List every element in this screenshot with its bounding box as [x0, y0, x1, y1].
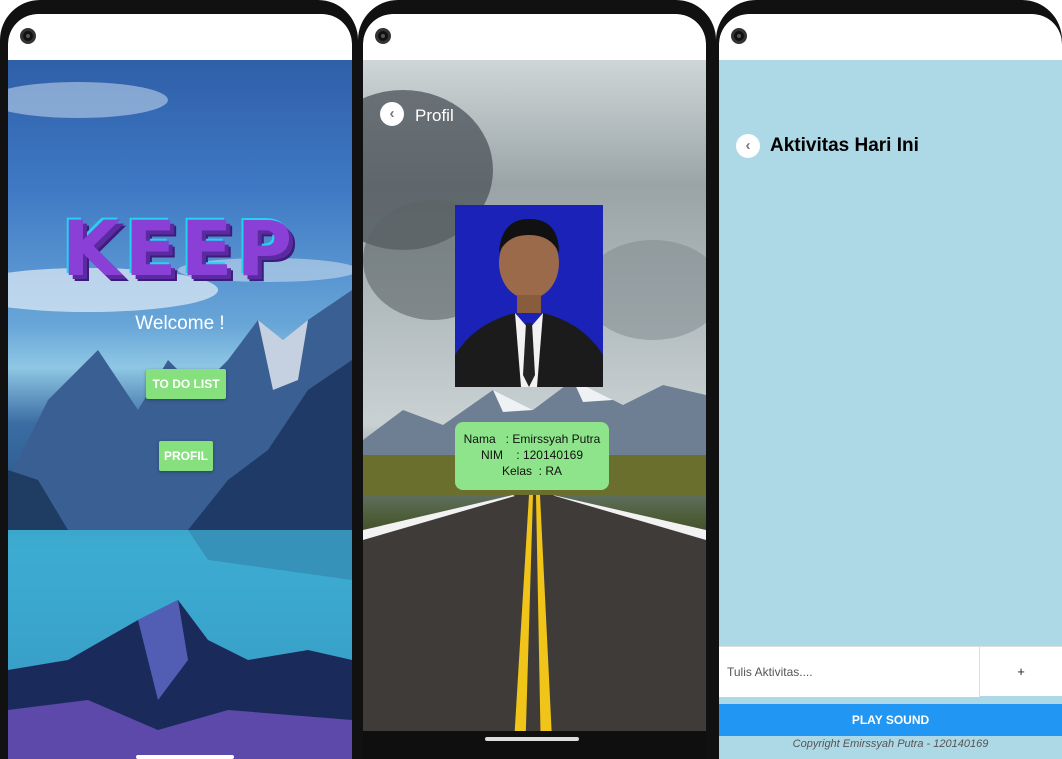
copyright-text: Copyright Emirssyah Putra - 120140169 — [792, 738, 989, 750]
mountain-illustration — [8, 82, 352, 759]
road-background: ‹ Profil Nama : Emirssyah Putra NIM : 12… — [363, 60, 706, 759]
back-button[interactable]: ‹ — [736, 134, 760, 158]
profile-photo-image — [455, 205, 603, 387]
camera-icon — [375, 28, 391, 44]
activities-screen: ‹ Aktivitas Hari Ini + PLAY SOUND Copyri… — [719, 14, 1062, 759]
profile-info-card: Nama : Emirssyah Putra NIM : 120140169 K… — [455, 422, 609, 490]
keep-logo: KEEP — [61, 204, 297, 293]
chevron-left-icon: ‹ — [745, 137, 751, 154]
camera-icon — [20, 28, 36, 44]
kelas-text: Kelas : RA — [501, 464, 563, 478]
todo-list-button[interactable]: TO DO LIST — [146, 369, 226, 399]
road-illustration — [363, 90, 706, 759]
add-button[interactable]: + — [979, 647, 1062, 697]
add-activity-row: + — [719, 646, 1062, 697]
activity-input[interactable] — [719, 647, 979, 697]
navigation-bar — [363, 731, 706, 759]
home-indicator[interactable] — [136, 755, 234, 759]
profile-photo — [455, 205, 603, 387]
status-bar — [719, 14, 1062, 66]
phone-profile: ‹ Profil Nama : Emirssyah Putra NIM : 12… — [358, 0, 716, 759]
home-indicator[interactable] — [485, 737, 579, 741]
home-screen: KEEP Welcome ! TO DO LIST PROFIL — [8, 14, 352, 759]
chevron-left-icon: ‹ — [389, 105, 395, 122]
camera-icon — [731, 28, 747, 44]
profil-button[interactable]: PROFIL — [159, 441, 213, 471]
activity-list-area: ‹ Aktivitas Hari Ini + PLAY SOUND Copyri… — [719, 60, 1062, 759]
back-button[interactable]: ‹ — [380, 102, 404, 126]
status-bar — [363, 14, 706, 66]
page-title: Aktivitas Hari Ini — [770, 135, 919, 156]
nim-text: NIM : 120140169 — [480, 448, 584, 462]
play-sound-button[interactable]: PLAY SOUND — [719, 704, 1062, 736]
status-bar — [8, 14, 352, 66]
welcome-text: Welcome ! — [135, 313, 225, 334]
profile-screen: ‹ Profil Nama : Emirssyah Putra NIM : 12… — [363, 14, 706, 759]
phone-activities: ‹ Aktivitas Hari Ini + PLAY SOUND Copyri… — [716, 0, 1062, 759]
nama-text: Nama : Emirssyah Putra — [463, 432, 601, 446]
phone-home: KEEP Welcome ! TO DO LIST PROFIL — [0, 0, 358, 759]
mountain-background: KEEP Welcome ! TO DO LIST PROFIL — [8, 60, 352, 759]
page-title: Profil — [415, 106, 454, 125]
